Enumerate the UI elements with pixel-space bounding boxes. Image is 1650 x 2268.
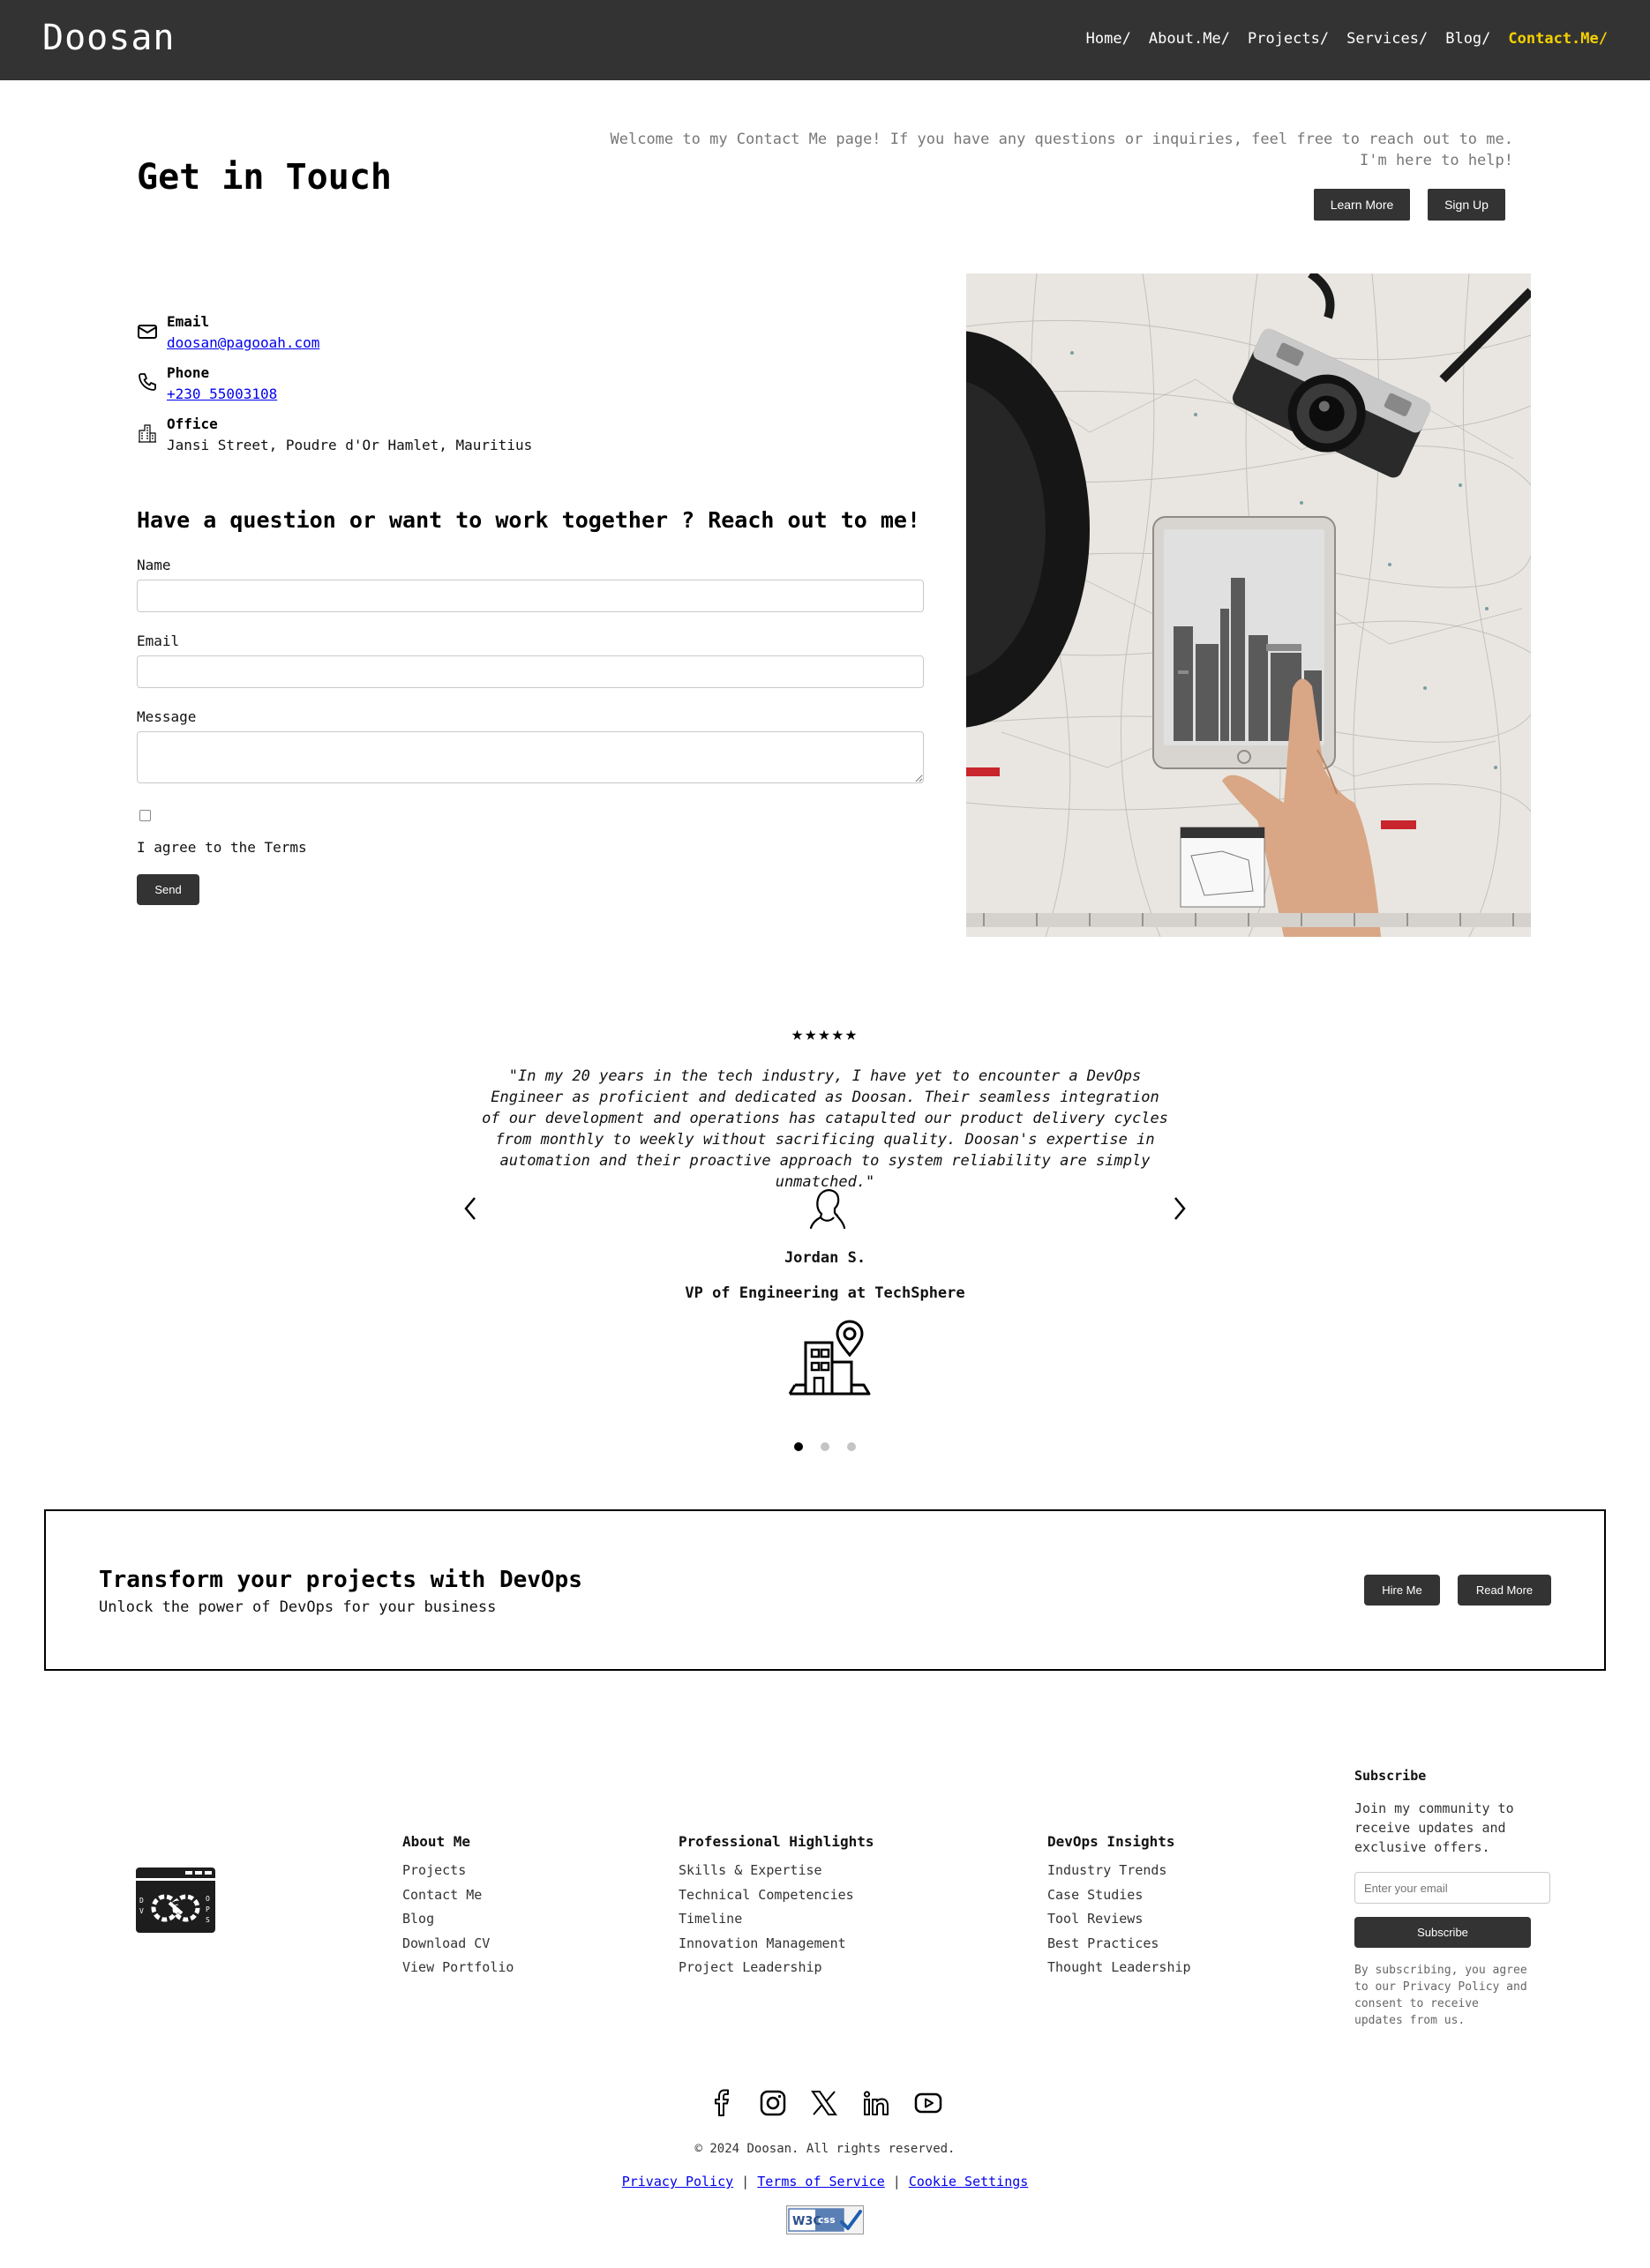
envelope-icon <box>138 325 157 339</box>
send-button[interactable]: Send <box>137 874 199 905</box>
testimonial-author: Jordan S. <box>784 1249 866 1267</box>
company-building-location-icon <box>788 1320 871 1396</box>
footer-link-skills[interactable]: Skills & Expertise <box>679 1859 874 1883</box>
footer-link-tool-reviews[interactable]: Tool Reviews <box>1047 1907 1191 1932</box>
nav-link-about[interactable]: About.Me/ <box>1149 30 1230 48</box>
hero-intro-text: Welcome to my Contact Me page! If you ha… <box>610 131 1514 169</box>
footer-link-blog[interactable]: Blog <box>402 1907 514 1932</box>
terms-label: I agree to the Terms <box>137 839 307 856</box>
footer-link-contact[interactable]: Contact Me <box>402 1883 514 1908</box>
subscribe-email-input[interactable] <box>1354 1872 1550 1904</box>
facebook-icon[interactable] <box>710 2089 735 2117</box>
email-label: Email <box>167 313 210 330</box>
terms-of-service-link[interactable]: Terms of Service <box>757 2174 885 2189</box>
phone-label: Phone <box>167 364 210 381</box>
name-input[interactable] <box>137 580 924 612</box>
nav-link-home[interactable]: Home/ <box>1086 30 1131 48</box>
office-label: Office <box>167 415 218 432</box>
svg-text:P: P <box>206 1905 210 1913</box>
footer-link-case-studies[interactable]: Case Studies <box>1047 1883 1191 1908</box>
read-more-button[interactable]: Read More <box>1458 1575 1551 1606</box>
footer-col-insights: DevOps Insights Industry Trends Case Stu… <box>1047 1833 1191 1980</box>
footer-link-innovation[interactable]: Innovation Management <box>679 1932 874 1957</box>
subscribe-text: Join my community to receive updates and… <box>1354 1800 1514 1855</box>
message-textarea[interactable] <box>137 731 924 783</box>
nav-link-projects[interactable]: Projects/ <box>1248 30 1329 48</box>
person-silhouette-icon <box>809 1189 846 1230</box>
nav-link-services[interactable]: Services/ <box>1346 30 1428 48</box>
footer-link-download-cv[interactable]: Download CV <box>402 1932 514 1957</box>
nav-links: Home/ About.Me/ Projects/ Services/ Blog… <box>1086 30 1608 48</box>
subscribe-button[interactable]: Subscribe <box>1354 1917 1531 1948</box>
footer-link-best-practices[interactable]: Best Practices <box>1047 1932 1191 1957</box>
footer-heading-highlights: Professional Highlights <box>679 1833 874 1850</box>
footer-link-projects[interactable]: Projects <box>402 1859 514 1883</box>
footer-col-highlights: Professional Highlights Skills & Experti… <box>679 1833 874 1980</box>
w3c-css-badge[interactable]: W3C css <box>786 2205 864 2234</box>
map-camera-tablet-illustration <box>966 273 1531 937</box>
subscribe-fine-print: By subscribing, you agree to our Privacy… <box>1354 1964 1527 2027</box>
name-label: Name <box>137 557 171 573</box>
footer-heading-about: About Me <box>402 1833 471 1850</box>
svg-text:W3C: W3C <box>792 2215 821 2228</box>
hero-photo <box>966 273 1531 937</box>
phone-link[interactable]: +230 55003108 <box>167 385 277 402</box>
legal-separator: | <box>892 2174 901 2189</box>
message-label: Message <box>137 708 197 725</box>
cta-title: Transform your projects with DevOps <box>99 1567 582 1593</box>
rating-stars: ★★★★★ <box>791 1023 859 1045</box>
slider-dot-2[interactable] <box>821 1442 829 1451</box>
cta-subtitle: Unlock the power of DevOps for your busi… <box>99 1598 497 1616</box>
email-link[interactable]: doosan@pagooah.com <box>167 334 319 351</box>
nav-link-blog[interactable]: Blog/ <box>1445 30 1490 48</box>
linkedin-icon[interactable] <box>863 2091 889 2115</box>
footer-heading-insights: DevOps Insights <box>1047 1833 1175 1850</box>
email-input[interactable] <box>137 655 924 688</box>
footer-subscribe: Subscribe Join my community to receive u… <box>1354 1768 1552 2029</box>
svg-text:S: S <box>206 1916 210 1924</box>
testimonial-quote: "In my 20 years in the tech industry, I … <box>482 1067 1168 1191</box>
learn-more-button[interactable]: Learn More <box>1314 189 1410 221</box>
svg-text:V: V <box>139 1907 144 1915</box>
footer-link-portfolio[interactable]: View Portfolio <box>402 1956 514 1980</box>
terms-checkbox[interactable] <box>139 810 151 821</box>
testimonial-role: VP of Engineering at TechSphere <box>685 1284 965 1302</box>
chevron-right-icon[interactable] <box>1168 1194 1189 1223</box>
top-navbar: Doosan Home/ About.Me/ Projects/ Service… <box>0 0 1650 80</box>
subscribe-heading: Subscribe <box>1354 1768 1427 1784</box>
footer-link-competencies[interactable]: Technical Competencies <box>679 1883 874 1908</box>
cookie-settings-link[interactable]: Cookie Settings <box>909 2174 1028 2189</box>
w3c-css-badge-graphic: W3C css <box>788 2208 862 2232</box>
footer-link-timeline[interactable]: Timeline <box>679 1907 874 1932</box>
site-logo[interactable]: Doosan <box>42 18 176 58</box>
email-field-label: Email <box>137 632 180 649</box>
hire-me-button[interactable]: Hire Me <box>1364 1575 1440 1606</box>
footer-col-about: About Me Projects Contact Me Blog Downlo… <box>402 1833 514 1980</box>
office-address: Jansi Street, Poudre d'Or Hamlet, Maurit… <box>167 437 533 453</box>
instagram-icon[interactable] <box>760 2090 786 2116</box>
legal-links: Privacy Policy | Terms of Service | Cook… <box>0 2174 1650 2189</box>
chevron-left-icon[interactable] <box>461 1194 482 1223</box>
svg-text:D: D <box>139 1897 144 1905</box>
footer-link-leadership[interactable]: Project Leadership <box>679 1956 874 1980</box>
sign-up-button[interactable]: Sign Up <box>1428 189 1505 221</box>
copyright-text: © 2024 Doosan. All rights reserved. <box>694 2142 956 2156</box>
form-heading: Have a question or want to work together… <box>137 507 921 533</box>
building-icon <box>139 424 156 443</box>
phone-icon <box>139 373 156 391</box>
page-title: Get in Touch <box>137 157 392 198</box>
privacy-policy-link[interactable]: Privacy Policy <box>622 2174 733 2189</box>
slider-dot-3[interactable] <box>847 1442 856 1451</box>
youtube-icon[interactable] <box>914 2092 942 2114</box>
footer-link-trends[interactable]: Industry Trends <box>1047 1859 1191 1883</box>
devops-logo-icon[interactable]: D V O P S <box>136 1868 215 1933</box>
x-icon[interactable] <box>811 2091 837 2115</box>
legal-separator: | <box>741 2174 750 2189</box>
footer-link-thought-leadership[interactable]: Thought Leadership <box>1047 1956 1191 1980</box>
svg-text:O: O <box>206 1895 210 1903</box>
slider-dot-1[interactable] <box>794 1442 803 1451</box>
svg-text:css: css <box>818 2214 836 2226</box>
nav-link-contact[interactable]: Contact.Me/ <box>1508 30 1608 48</box>
